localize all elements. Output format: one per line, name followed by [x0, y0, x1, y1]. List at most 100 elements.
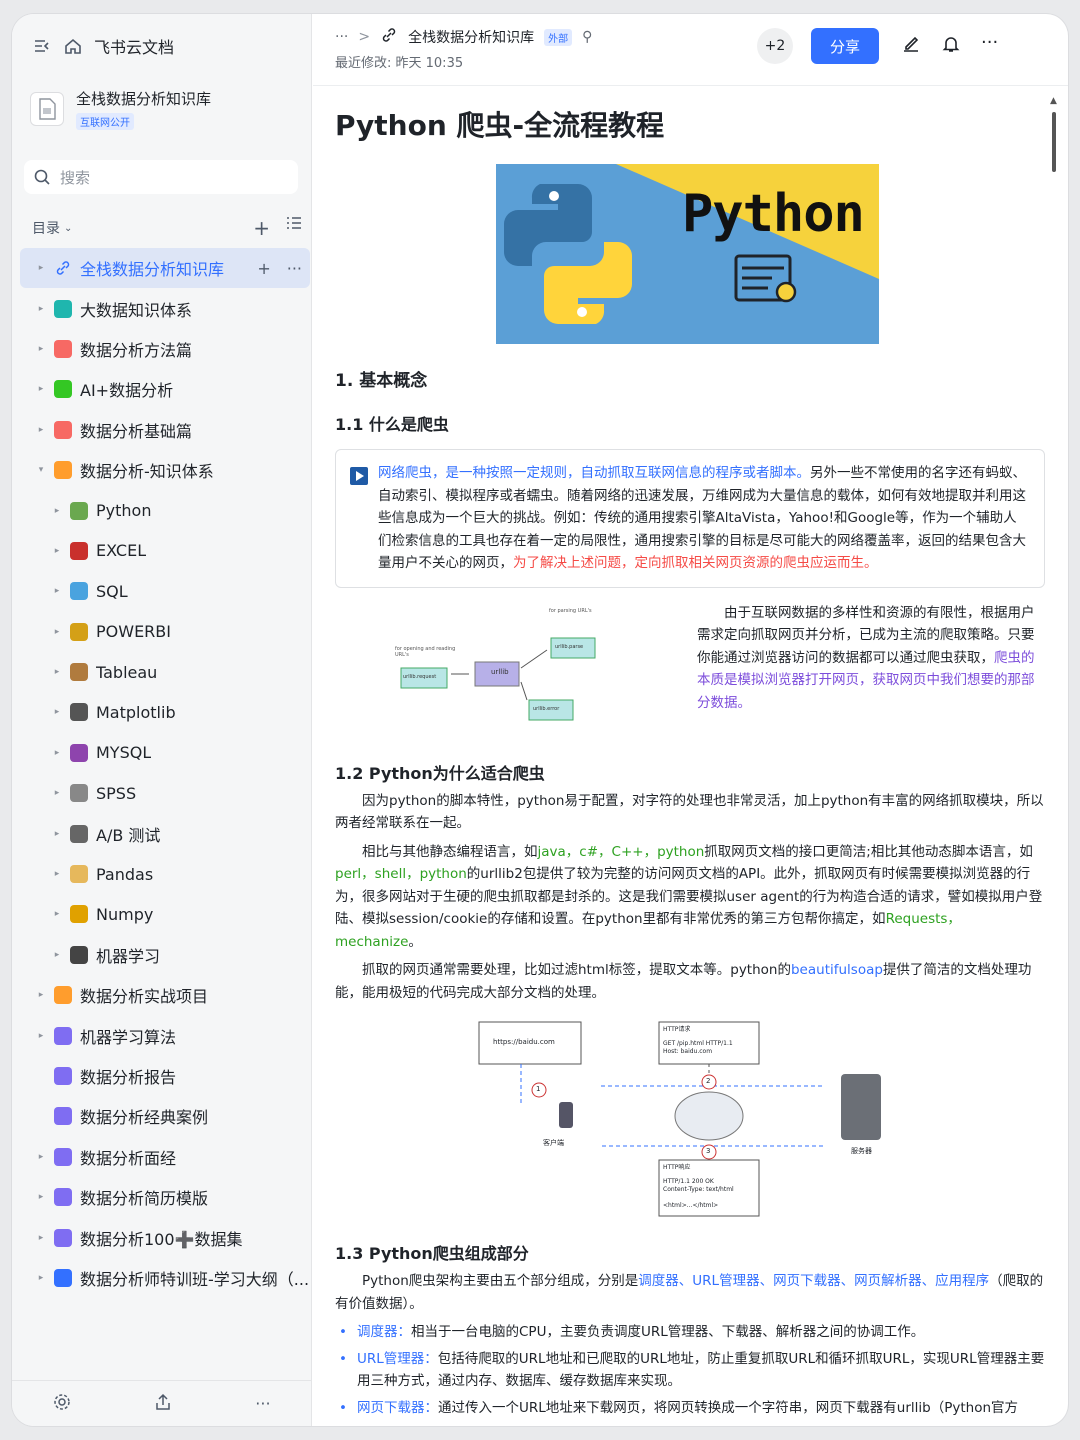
home-icon[interactable] [64, 37, 82, 55]
pin-icon[interactable]: ⚲ [582, 29, 592, 45]
expand-arrow-icon[interactable]: ▸ [34, 1233, 48, 1243]
expand-arrow-icon[interactable]: ▸ [34, 263, 48, 273]
sidebar-item[interactable]: ▸ Matplotlib [20, 692, 310, 732]
sidebar-item[interactable]: ▸ 大数据知识体系 [20, 288, 310, 328]
sidebar-item[interactable]: ▸ SQL [20, 571, 310, 611]
sidebar-item[interactable]: ▸ Tableau [20, 652, 310, 692]
sidebar-item[interactable]: ▸ 数据分析基础篇 [20, 410, 310, 450]
document-body: Python 爬虫-全流程教程 Python 1. 基本概念 1.1 什么是爬虫… [335, 98, 1045, 1419]
sidebar-item[interactable]: ▸ 数据分析面经 [20, 1137, 310, 1177]
add-icon[interactable]: + [253, 216, 270, 240]
sidebar-item-label: 数据分析面经 [80, 1148, 177, 1168]
expand-arrow-icon[interactable]: ▸ [34, 344, 48, 354]
sidebar-item-label: 数据分析实战项目 [80, 987, 209, 1007]
expand-arrow-icon[interactable]: ▸ [34, 384, 48, 394]
expand-arrow-icon[interactable]: ▸ [34, 304, 48, 314]
last-modified: 最近修改: 昨天 10:35 [335, 56, 464, 71]
sidebar-item[interactable]: ▾ 数据分析-知识体系 [20, 450, 310, 490]
expand-arrow-icon[interactable]: ▸ [50, 506, 64, 516]
sidebar-item[interactable]: 数据分析经典案例 [20, 1096, 310, 1136]
expand-arrow-icon[interactable]: ▸ [50, 950, 64, 960]
sidebar-item[interactable]: ▸ Pandas [20, 854, 310, 894]
doc-title: Python 爬虫-全流程教程 [335, 109, 665, 142]
more-options-icon[interactable]: ··· [981, 34, 998, 58]
diagram-label: 2 [706, 1077, 711, 1085]
expand-arrow-icon[interactable]: ▸ [50, 707, 64, 717]
sidebar-item[interactable]: ▸ 数据分析师特训班-学习大纲（... [20, 1258, 310, 1298]
sidebar-item-label: MYSQL [96, 743, 152, 763]
sidebar-item[interactable]: ▸ MYSQL [20, 733, 310, 773]
edit-icon[interactable] [901, 34, 921, 58]
sidebar-item[interactable]: ▸ 机器学习算法 [20, 1015, 310, 1055]
breadcrumb-more[interactable]: ··· [335, 29, 348, 45]
expand-arrow-icon[interactable]: ▸ [34, 425, 48, 435]
sidebar-item[interactable]: ▸ 数据分析方法篇 [20, 329, 310, 369]
text-run: 为了解决上述问题，定向抓取相关网页资源的爬虫应运而生。 [513, 555, 878, 571]
chevron-down-icon[interactable]: ⌄ [64, 223, 72, 234]
sidebar-item[interactable]: ▸ POWERBI [20, 612, 310, 652]
collaborators-count[interactable]: +2 [757, 28, 793, 64]
expand-arrow-icon[interactable]: ▸ [50, 788, 64, 798]
app-window: 飞书云文档 全栈数据分析知识库 互联网公开 搜索 目录 ⌄ + ▸ 全栈数据分析知识… [12, 14, 1068, 1426]
sidebar-item[interactable]: ▸ EXCEL [20, 531, 310, 571]
sidebar-item[interactable]: ▸ Python [20, 490, 310, 530]
expand-arrow-icon[interactable]: ▾ [34, 465, 48, 475]
list-item-text: 包括待爬取的URL地址和已爬取的URL地址，防止重复抓取URL和循环抓取URL，… [357, 1350, 1045, 1390]
paragraph: Python爬虫架构主要由五个部分组成，分别是调度器、URL管理器、网页下载器、… [335, 1270, 1045, 1315]
sidebar-item-label: 机器学习 [96, 946, 161, 966]
doc-breadcrumb-title[interactable]: 全栈数据分析知识库 [408, 27, 534, 47]
toc-header: 目录 ⌄ + [32, 216, 302, 240]
search-placeholder: 搜索 [60, 168, 91, 187]
urllib-diagram: for parsing URL's for opening and readin… [335, 600, 685, 740]
diagram-label: urllib.parse [555, 643, 584, 650]
more-icon[interactable]: ··· [287, 259, 302, 278]
sidebar-item[interactable]: ▸ Numpy [20, 894, 310, 934]
sidebar-item[interactable]: ▸ 数据分析100➕数据集 [20, 1217, 310, 1257]
expand-arrow-icon[interactable]: ▸ [50, 909, 64, 919]
text-run: Python爬虫架构主要由五个部分组成，分别是 [362, 1273, 639, 1289]
sidebar-item[interactable]: ▸ AI+数据分析 [20, 369, 310, 409]
collapse-sidebar-icon[interactable] [34, 38, 52, 54]
diagram-label: 客户端 [543, 1139, 564, 1147]
share-button[interactable]: 分享 [811, 28, 879, 64]
expand-arrow-icon[interactable]: ▸ [50, 869, 64, 879]
share-out-icon[interactable] [154, 1393, 172, 1415]
diagram-label: for parsing URL's [549, 607, 592, 614]
node-icon [54, 299, 72, 318]
add-child-icon[interactable]: + [257, 259, 270, 278]
settings-icon[interactable] [53, 1393, 71, 1415]
sidebar-item[interactable]: ▸ 数据分析简历模版 [20, 1177, 310, 1217]
node-icon [70, 501, 88, 520]
expand-arrow-icon[interactable]: ▸ [50, 586, 64, 596]
search-input[interactable]: 搜索 [24, 160, 298, 194]
more-icon[interactable]: ··· [255, 1394, 270, 1413]
knowledge-base-header[interactable]: 全栈数据分析知识库 互联网公开 [30, 88, 211, 130]
expand-arrow-icon[interactable]: ▸ [50, 627, 64, 637]
sidebar-item[interactable]: ▸ SPSS [20, 773, 310, 813]
expand-arrow-icon[interactable]: ▸ [34, 1273, 48, 1283]
node-icon [54, 1188, 72, 1207]
sidebar-item-label: EXCEL [96, 541, 147, 561]
expand-arrow-icon[interactable]: ▸ [34, 990, 48, 1000]
expand-arrow-icon[interactable]: ▸ [50, 667, 64, 677]
sidebar-item[interactable]: ▸ A/B 测试 [20, 813, 310, 853]
expand-arrow-icon[interactable]: ▸ [50, 748, 64, 758]
expand-arrow-icon[interactable]: ▸ [34, 1031, 48, 1041]
expand-arrow-icon[interactable]: ▸ [50, 546, 64, 556]
list-icon[interactable] [286, 216, 302, 240]
toc-label[interactable]: 目录 [32, 218, 60, 238]
section-heading: 1.2 Python为什么适合爬虫 [335, 763, 545, 783]
app-name[interactable]: 飞书云文档 [94, 34, 174, 58]
sidebar-item[interactable]: ▸ 数据分析实战项目 [20, 975, 310, 1015]
scrollbar[interactable]: ▲ [1050, 96, 1058, 176]
sidebar-item-label: 数据分析报告 [80, 1068, 177, 1087]
sidebar-item[interactable]: 数据分析报告 [20, 1056, 310, 1096]
expand-arrow-icon[interactable]: ▸ [34, 1192, 48, 1202]
sidebar-item[interactable]: ▸ 机器学习 [20, 935, 310, 975]
bell-icon[interactable] [941, 34, 961, 58]
public-badge: 互联网公开 [76, 113, 134, 130]
expand-arrow-icon[interactable]: ▸ [34, 1152, 48, 1162]
sidebar-item[interactable]: ▸ 全栈数据分析知识库 + ··· [20, 248, 310, 289]
diagram-label: urllib.error [533, 705, 560, 712]
expand-arrow-icon[interactable]: ▸ [50, 829, 64, 839]
